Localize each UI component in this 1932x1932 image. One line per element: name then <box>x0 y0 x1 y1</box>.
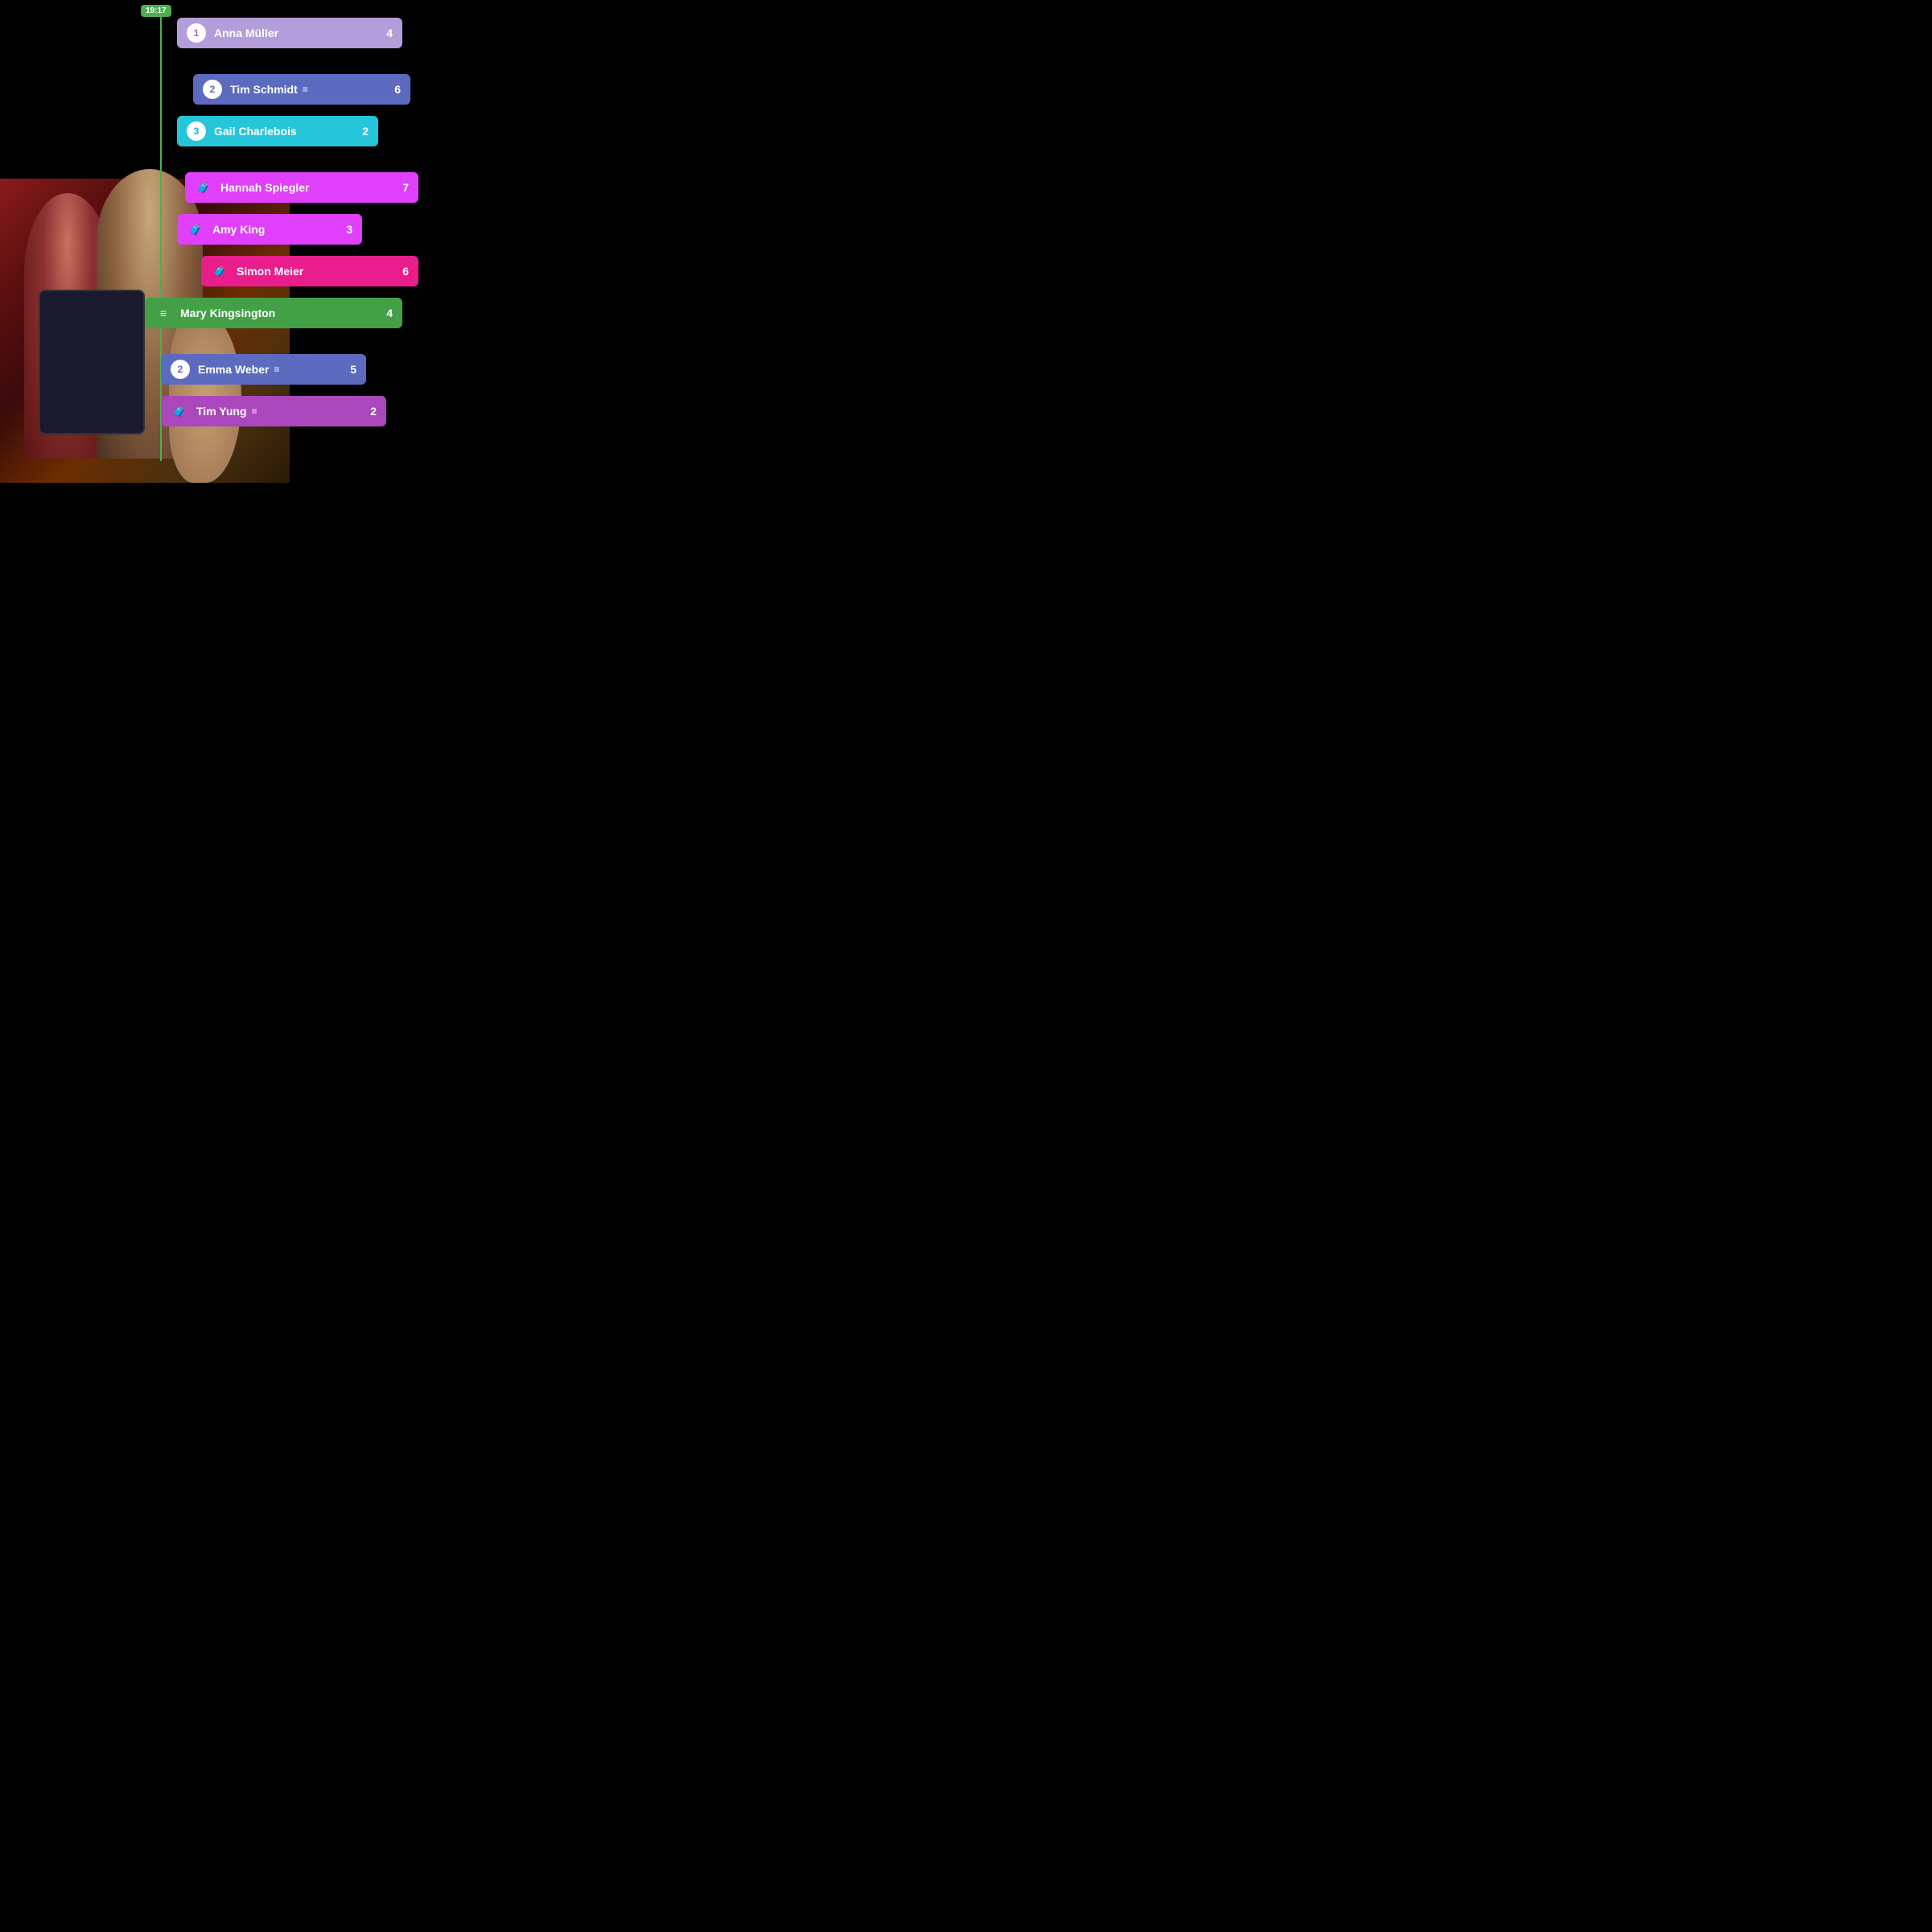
photo-tablet <box>39 290 145 435</box>
schedule-row[interactable]: 🧳 Simon Meier 6 <box>201 254 471 288</box>
luggage-icon: 🧳 <box>187 220 204 238</box>
rank-badge: 3 <box>187 122 206 141</box>
schedule-bar-simon-meier[interactable]: 🧳 Simon Meier 6 <box>201 256 418 286</box>
luggage-icon: 🧳 <box>211 262 229 280</box>
person-name: Tim Schmidt <box>230 83 298 96</box>
count-badge: 2 <box>352 125 369 138</box>
luggage-icon: 🧳 <box>171 402 188 420</box>
schedule-bar-tim-yung[interactable]: 🧳 Tim Yung ≡ 2 <box>161 396 386 426</box>
schedule-bar-hannah-spiegler[interactable]: 🧳 Hannah Spiegler 7 <box>185 172 418 203</box>
time-badge: 19:17 <box>141 5 171 17</box>
rank-badge: 1 <box>187 23 206 43</box>
schedule-row[interactable]: 3 Gail Charlebois 2 <box>177 114 471 148</box>
schedule-row[interactable]: 🧳 Tim Yung ≡ 2 <box>177 394 471 428</box>
count-badge: 7 <box>393 181 409 194</box>
luggage-icon: 🧳 <box>195 179 212 196</box>
schedule-bar-amy-king[interactable]: 🧳 Amy King 3 <box>177 214 362 245</box>
schedule-row[interactable]: 2 Emma Weber ≡ 5 <box>177 352 471 386</box>
notes-icon: ≡ <box>252 406 257 417</box>
person-name: Simon Meier <box>237 265 303 278</box>
schedule-row[interactable]: 🧳 Amy King 3 <box>177 212 471 246</box>
schedule-bar-emma-weber[interactable]: 2 Emma Weber ≡ 5 <box>161 354 366 385</box>
timeline-line <box>160 6 162 461</box>
count-badge: 4 <box>377 307 393 319</box>
person-name: Anna Müller <box>214 27 278 39</box>
schedule-row[interactable]: 🧳 Hannah Spiegler 7 <box>185 171 471 204</box>
schedule-bar-tim-schmidt[interactable]: 2 Tim Schmidt ≡ 6 <box>193 74 410 105</box>
schedule-row[interactable]: 1 Anna Müller 4 <box>177 16 471 50</box>
schedule-container: 1 Anna Müller 4 2 Tim Schmidt ≡ 6 3 Gail… <box>177 0 483 452</box>
count-badge: 6 <box>393 265 409 278</box>
schedule-bar-anna-muller[interactable]: 1 Anna Müller 4 <box>177 18 402 48</box>
person-name: Gail Charlebois <box>214 125 297 138</box>
count-badge: 2 <box>360 405 377 418</box>
rank-badge: 2 <box>203 80 222 99</box>
count-badge: 6 <box>385 83 401 96</box>
person-name: Tim Yung <box>196 405 247 418</box>
notes-icon: ≡ <box>303 84 308 95</box>
notes-icon: ≡ <box>154 304 172 322</box>
schedule-bar-gail-charlebois[interactable]: 3 Gail Charlebois 2 <box>177 116 378 146</box>
count-badge: 5 <box>340 363 356 376</box>
person-name: Emma Weber <box>198 363 269 376</box>
person-name: Hannah Spiegler <box>220 181 309 194</box>
rank-badge: 2 <box>171 360 190 379</box>
notes-icon: ≡ <box>274 364 279 375</box>
schedule-row[interactable]: ≡ Mary Kingsington 4 <box>177 296 471 330</box>
person-name: Amy King <box>212 223 265 236</box>
schedule-bar-mary-kingsington[interactable]: ≡ Mary Kingsington 4 <box>145 298 402 328</box>
person-name: Mary Kingsington <box>180 307 275 319</box>
count-badge: 3 <box>336 223 352 236</box>
count-badge: 4 <box>377 27 393 39</box>
schedule-row[interactable]: 2 Tim Schmidt ≡ 6 <box>193 72 471 106</box>
